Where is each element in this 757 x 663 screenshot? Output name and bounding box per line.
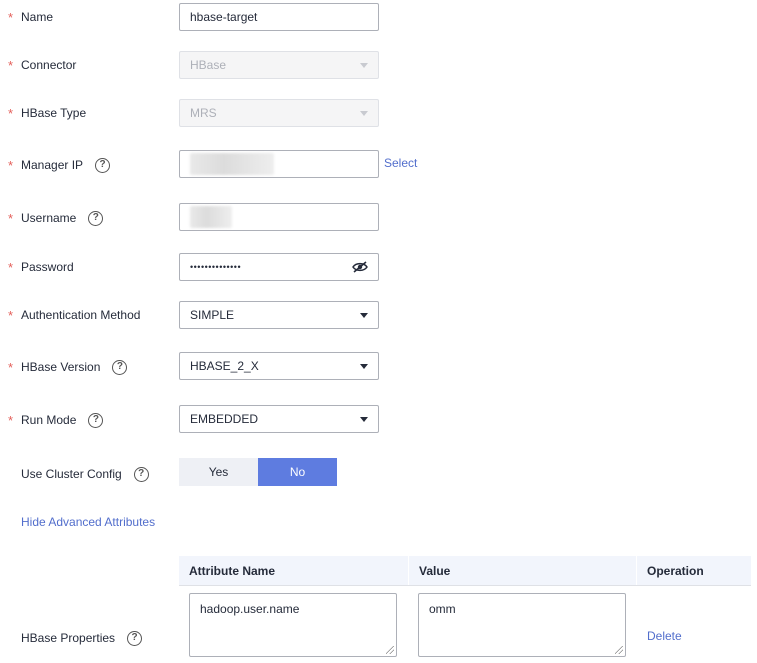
use-cluster-config-no-button[interactable]: No xyxy=(258,458,337,486)
hbase-properties-table: Attribute Name Value Operation hadoop.us… xyxy=(179,556,751,663)
required-marker: * xyxy=(8,259,14,275)
help-icon[interactable]: ? xyxy=(112,359,128,375)
redacted-value xyxy=(190,153,274,175)
connector-select-value: HBase xyxy=(190,58,227,72)
help-icon[interactable]: ? xyxy=(95,157,111,173)
hbase-version-label: * HBase Version ? xyxy=(8,353,128,381)
hbase-version-select[interactable]: HBASE_2_X xyxy=(179,352,379,380)
use-cluster-config-toggle: Yes No xyxy=(179,458,337,486)
help-icon[interactable]: ? xyxy=(133,466,149,482)
column-header-operation: Operation xyxy=(636,556,751,585)
chevron-down-icon xyxy=(360,363,368,369)
required-marker: * xyxy=(8,412,14,428)
help-icon[interactable]: ? xyxy=(88,412,104,428)
required-marker: * xyxy=(8,359,14,375)
connector-select: HBase xyxy=(179,51,379,79)
manager-ip-input[interactable] xyxy=(179,150,379,178)
chevron-down-icon xyxy=(360,312,368,318)
chevron-down-icon xyxy=(360,110,368,116)
password-input-value: •••••••••••••• xyxy=(190,262,242,272)
required-marker: * xyxy=(8,210,14,226)
hbase-type-label: * HBase Type xyxy=(8,105,87,121)
manager-ip-label: * Manager IP ? xyxy=(8,151,111,179)
table-header: Attribute Name Value Operation xyxy=(179,556,751,586)
column-header-attribute-name: Attribute Name xyxy=(189,563,276,578)
help-icon[interactable]: ? xyxy=(127,630,143,646)
chevron-down-icon xyxy=(360,62,368,68)
name-label: * Name xyxy=(8,9,54,25)
attribute-value-textarea[interactable]: omm xyxy=(418,593,626,657)
required-marker: * xyxy=(8,9,14,25)
chevron-down-icon xyxy=(360,416,368,422)
attribute-name-textarea[interactable]: hadoop.user.name xyxy=(189,593,397,657)
hbase-version-select-value: HBASE_2_X xyxy=(190,359,259,373)
eye-slash-icon[interactable] xyxy=(352,261,368,273)
hbase-type-select-value: MRS xyxy=(190,106,217,120)
manager-ip-select-link[interactable]: Select xyxy=(384,156,417,170)
run-mode-label: * Run Mode ? xyxy=(8,406,104,434)
resize-handle-icon[interactable] xyxy=(615,646,623,654)
connector-label: * Connector xyxy=(8,57,77,73)
name-input-value: hbase-target xyxy=(190,10,258,24)
required-marker: * xyxy=(8,157,14,173)
required-marker: * xyxy=(8,307,14,323)
use-cluster-config-label: Use Cluster Config ? xyxy=(8,460,149,488)
required-marker: * xyxy=(8,105,14,121)
username-label: * Username ? xyxy=(8,204,104,232)
required-marker: * xyxy=(8,57,14,73)
name-input[interactable]: hbase-target xyxy=(179,3,379,31)
run-mode-select-value: EMBEDDED xyxy=(190,412,259,426)
hbase-type-select: MRS xyxy=(179,99,379,127)
username-input[interactable] xyxy=(179,203,379,231)
hbase-link-form: * Name hbase-target * Connector HBase * … xyxy=(0,0,757,663)
delete-row-link[interactable]: Delete xyxy=(647,629,682,643)
auth-method-select-value: SIMPLE xyxy=(190,308,235,322)
table-row: hadoop.user.name omm Delete xyxy=(179,586,751,663)
column-header-value: Value xyxy=(408,556,636,585)
use-cluster-config-yes-button[interactable]: Yes xyxy=(179,458,258,486)
redacted-value xyxy=(190,206,232,228)
auth-method-label: * Authentication Method xyxy=(8,307,141,323)
password-input[interactable]: •••••••••••••• xyxy=(179,253,379,281)
auth-method-select[interactable]: SIMPLE xyxy=(179,301,379,329)
hide-advanced-attributes-link[interactable]: Hide Advanced Attributes xyxy=(21,515,155,529)
run-mode-select[interactable]: EMBEDDED xyxy=(179,405,379,433)
password-label: * Password xyxy=(8,259,74,275)
hbase-properties-label: HBase Properties ? xyxy=(8,624,143,652)
help-icon[interactable]: ? xyxy=(88,210,104,226)
resize-handle-icon[interactable] xyxy=(386,646,394,654)
